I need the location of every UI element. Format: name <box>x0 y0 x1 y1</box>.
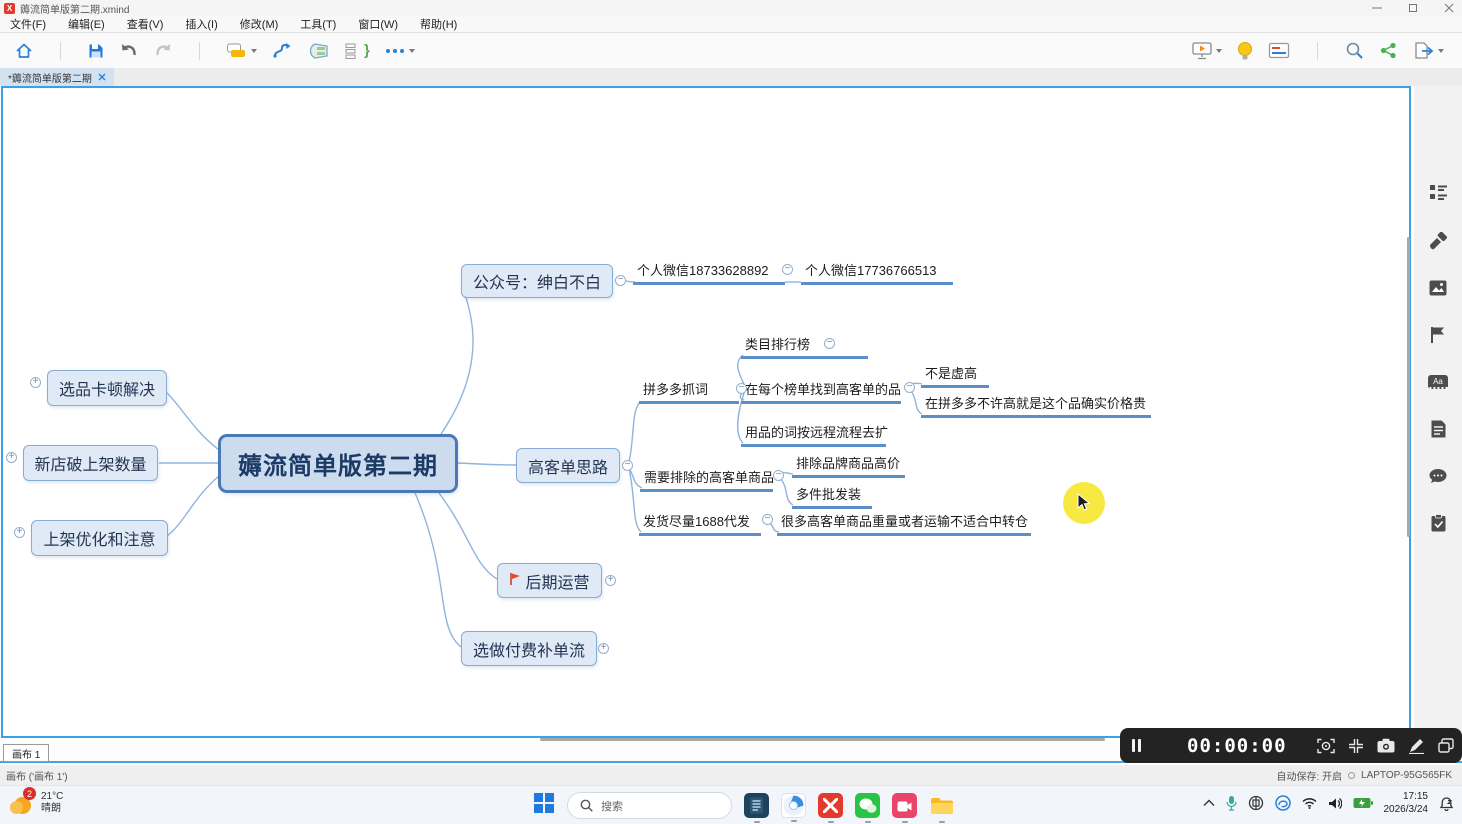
taskbar-clock[interactable]: 17:15 2026/3/24 <box>1384 790 1429 816</box>
screen-recorder-bar: 00:00:00 <box>1120 728 1462 763</box>
right-sidebar: Aa <box>1414 86 1462 738</box>
tim-app-icon[interactable] <box>1275 795 1291 811</box>
clock-time: 17:15 <box>1384 790 1429 803</box>
sheet-tab-canvas1[interactable]: 画布 1 <box>3 744 49 762</box>
branch-connectors <box>3 2 1413 824</box>
weather-widget[interactable]: 2 21°C 晴朗 <box>10 791 63 815</box>
topic-fufei[interactable]: 选做付费补单流 <box>461 631 597 666</box>
status-bar: 画布 ('画布 1') 自动保存: 开启 LAPTOP-95G565FK <box>0 765 1462 785</box>
topic-shangjia[interactable]: 上架优化和注意 <box>31 520 168 556</box>
image-icon[interactable] <box>1428 278 1448 298</box>
collapse-button[interactable]: − <box>773 470 784 481</box>
expand-button[interactable]: + <box>6 452 17 463</box>
topic-weixin-2[interactable]: 个人微信17736766513 <box>801 260 953 285</box>
collapse-button[interactable]: − <box>762 514 773 525</box>
collapse-button[interactable]: − <box>904 382 915 393</box>
zoom-region-icon[interactable] <box>1317 738 1335 754</box>
notification-bell-icon[interactable] <box>1439 796 1454 811</box>
marker-flag-icon[interactable] <box>1428 325 1448 345</box>
taskbar-app-notes[interactable] <box>744 793 769 818</box>
topic-zhongzhuan[interactable]: 很多高客单商品重量或者运输不适合中转仓 <box>777 511 1031 536</box>
xmind-window: X 薅流简单版第二期.xmind 文件(F) 编辑(E) 查看(V) 插入(I)… <box>0 0 1462 824</box>
wifi-icon[interactable] <box>1302 797 1317 809</box>
topic-gongzhonghao[interactable]: 公众号：绅白不白 <box>461 264 613 298</box>
windows-taskbar: 2 21°C 晴朗 搜索 <box>0 785 1462 824</box>
topic-pinpai[interactable]: 排除品牌商品高价 <box>792 453 905 478</box>
pause-recording-button[interactable] <box>1132 739 1141 752</box>
windows-overlay-icon[interactable] <box>1438 738 1454 753</box>
collapse-button[interactable]: − <box>736 383 747 394</box>
system-tray: 17:15 2026/3/24 <box>1203 790 1455 816</box>
ime-indicator-icon[interactable] <box>1248 795 1264 811</box>
topic-pinduoduo[interactable]: 拼多多抓词 <box>639 379 739 404</box>
clock-date: 2026/3/24 <box>1384 803 1429 816</box>
start-button[interactable] <box>533 792 555 819</box>
taskbar-app-wechat[interactable] <box>855 793 880 818</box>
topic-buxugao[interactable]: 不是虚高 <box>921 363 989 388</box>
weather-temperature: 21°C <box>41 791 63 803</box>
collapse-button[interactable]: − <box>615 275 626 286</box>
collapse-button[interactable]: − <box>782 264 793 275</box>
comments-icon[interactable] <box>1428 466 1448 486</box>
topic-paichu[interactable]: 需要排除的高客单商品 <box>640 467 773 492</box>
annotate-pen-icon[interactable] <box>1408 738 1425 754</box>
close-button[interactable] <box>1444 3 1454 13</box>
collapse-button[interactable]: − <box>824 338 835 349</box>
task-checklist-icon[interactable] <box>1428 513 1448 533</box>
canvas-horizontal-scrollbar[interactable] <box>540 738 1105 741</box>
topic-yongpin[interactable]: 用品的词按远程流程去扩 <box>741 422 886 447</box>
topic-gaokedan[interactable]: 高客单思路 <box>516 448 620 483</box>
topic-houqi-label: 后期运营 <box>525 569 589 593</box>
search-placeholder: 搜索 <box>601 798 623 814</box>
export-caret[interactable] <box>1438 49 1444 53</box>
topic-houqi[interactable]: 后期运营 <box>497 563 602 598</box>
battery-icon[interactable] <box>1353 797 1373 809</box>
outline-panel-icon[interactable] <box>1428 182 1448 202</box>
volume-icon[interactable] <box>1328 797 1342 810</box>
font-sample-text: Aa <box>1428 375 1448 389</box>
font-style-icon[interactable]: Aa <box>1428 372 1448 392</box>
taskbar-app-video[interactable] <box>892 793 917 818</box>
taskbar-app-xmind[interactable] <box>818 793 843 818</box>
taskbar-app-browser[interactable] <box>781 793 806 818</box>
topic-quejia[interactable]: 在拼多多不许高就是这个品确实价格贵 <box>921 393 1151 418</box>
search-icon <box>580 799 593 812</box>
notes-icon[interactable] <box>1428 419 1448 439</box>
expand-button[interactable]: + <box>598 643 609 654</box>
shrink-window-icon[interactable] <box>1348 738 1364 754</box>
export-button[interactable] <box>1413 41 1444 60</box>
expand-button[interactable]: + <box>30 377 41 388</box>
canvas-vertical-scrollbar[interactable] <box>1407 237 1410 537</box>
topic-bangdan[interactable]: 在每个榜单找到高客单的品 <box>741 379 901 404</box>
device-name: LAPTOP-95G565FK <box>1361 770 1452 781</box>
expand-button[interactable]: + <box>605 575 616 586</box>
weather-badge: 2 <box>23 787 36 800</box>
topic-xuanpin[interactable]: 选品卡顿解决 <box>47 370 167 406</box>
microphone-icon[interactable] <box>1226 795 1237 811</box>
expand-button[interactable]: + <box>14 527 25 538</box>
mindmap-canvas[interactable]: 薅流简单版第二期 选品卡顿解决 新店破上架数量 上架优化和注意 + + + 公众… <box>1 86 1411 738</box>
collapse-button[interactable]: − <box>622 460 633 471</box>
mouse-cursor-icon <box>1077 493 1091 512</box>
taskbar-app-file-explorer[interactable] <box>929 793 954 818</box>
red-flag-icon <box>509 572 521 589</box>
taskbar-search-input[interactable]: 搜索 <box>567 792 732 819</box>
topic-leimu[interactable]: 类目排行榜 <box>741 334 868 359</box>
screenshot-camera-icon[interactable] <box>1377 738 1395 753</box>
topic-duojian[interactable]: 多件批发装 <box>792 484 872 509</box>
topic-xindian[interactable]: 新店破上架数量 <box>23 445 158 481</box>
topic-fahuo[interactable]: 发货尽量1688代发 <box>639 511 761 536</box>
weather-description: 晴朗 <box>41 803 63 815</box>
sync-status-icon <box>1348 772 1355 779</box>
mouse-cursor-highlight <box>1063 482 1105 524</box>
autosave-status: 自动保存: 开启 <box>1276 768 1342 783</box>
format-brush-icon[interactable] <box>1428 231 1448 251</box>
status-sheet-label: 画布 ('画布 1') <box>6 768 68 783</box>
recording-timer: 00:00:00 <box>1187 735 1287 757</box>
central-topic[interactable]: 薅流简单版第二期 <box>218 434 458 493</box>
weather-sun-icon: 2 <box>10 791 34 815</box>
tray-chevron-icon[interactable] <box>1203 799 1215 807</box>
topic-weixin-1[interactable]: 个人微信18733628892 <box>633 260 785 285</box>
